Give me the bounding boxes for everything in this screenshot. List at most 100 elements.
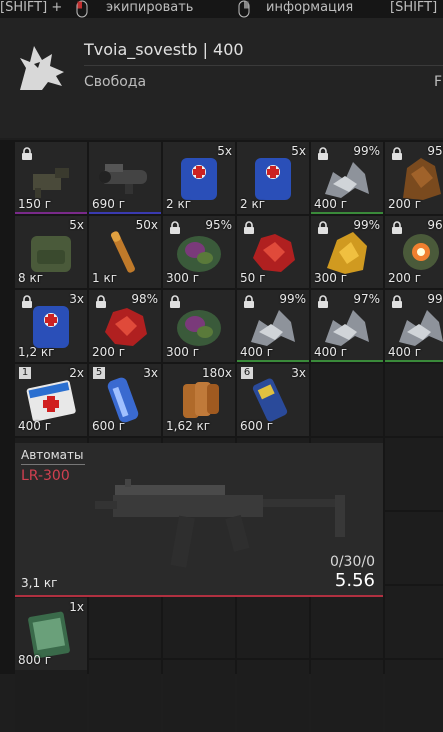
yellow-artifact-icon: [327, 232, 367, 274]
item-condition: 99%: [353, 218, 380, 232]
inventory-item[interactable]: 6 3x 600 г: [237, 364, 309, 436]
empty-cell: [237, 660, 309, 732]
inventory-item[interactable]: 99% 400 г: [385, 290, 443, 362]
empty-cell: [311, 364, 383, 436]
player-header: Tvoia_sovestb | 400 Свобода F: [0, 18, 443, 138]
item-quality-bar: [89, 212, 161, 214]
inventory-item[interactable]: 5x 2 кг: [163, 142, 235, 214]
header-divider: [84, 65, 443, 66]
lock-icon: [318, 221, 328, 234]
item-condition: 97%: [353, 292, 380, 306]
weapon-slot[interactable]: Автоматы LR-300 3,1 кг 0/30/0 5.56: [15, 443, 383, 597]
inventory-item[interactable]: 180x 1,62 кг: [163, 364, 235, 436]
lock-icon: [318, 295, 328, 308]
silver-artifact-icon: [325, 310, 369, 346]
lock-icon: [318, 147, 328, 160]
item-weight: 300 г: [166, 271, 200, 285]
lock-icon: [22, 295, 32, 308]
inventory-item[interactable]: 50 г: [237, 216, 309, 288]
player-name: Tvoia_sovestb | 400: [84, 40, 244, 59]
item-condition: 99%: [353, 144, 380, 158]
inventory-item[interactable]: 5x 8 кг: [15, 216, 87, 288]
item-quantity: 50x: [135, 218, 158, 232]
brown-artifact-icon: [403, 158, 441, 200]
inventory-item[interactable]: 300 г: [163, 290, 235, 362]
empty-cell: [163, 660, 235, 732]
empty-cell: [89, 660, 161, 732]
quick-slot-number: 6: [241, 367, 253, 379]
item-weight: 400 г: [314, 197, 348, 211]
lock-icon: [96, 295, 106, 308]
item-weight: 200 г: [388, 271, 422, 285]
inventory-item[interactable]: 5x 2 кг: [237, 142, 309, 214]
energy-can-icon: [107, 377, 139, 423]
item-weight: 50 г: [240, 271, 266, 285]
item-weight: 1,2 кг: [18, 345, 55, 359]
assault-rifle-icon: [95, 479, 345, 568]
item-quantity: 3x: [291, 366, 306, 380]
item-condition: 99%: [427, 292, 443, 306]
inventory-item[interactable]: 96% 200 г: [385, 216, 443, 288]
battery-icon: [252, 378, 288, 422]
item-weight: 400 г: [18, 419, 52, 433]
medkit-bag-icon: [255, 158, 291, 200]
backpack-icon: [31, 236, 71, 272]
item-quantity: 3x: [69, 292, 84, 306]
item-weight: 600 г: [92, 419, 126, 433]
empty-cell: [385, 512, 443, 584]
lock-icon: [244, 295, 254, 308]
inventory-item[interactable]: 99% 300 г: [311, 216, 383, 288]
inventory-item[interactable]: 5 3x 600 г: [89, 364, 161, 436]
inventory-item[interactable]: 690 г: [89, 142, 161, 214]
item-quantity: 180x: [201, 366, 232, 380]
inventory-item[interactable]: 1x 800 г: [15, 598, 87, 670]
weapon-caliber: 5.56: [334, 570, 375, 591]
wolf-avatar-icon: [20, 46, 64, 90]
item-condition: 95%: [205, 218, 232, 232]
inventory-item[interactable]: 97% 400 г: [311, 290, 383, 362]
item-weight: 200 г: [388, 197, 422, 211]
lock-icon: [22, 147, 32, 160]
inventory-item[interactable]: 1 2x 400 г: [15, 364, 87, 436]
mouse-left-icon: [76, 0, 88, 18]
item-weight: 300 г: [314, 271, 348, 285]
inventory-item[interactable]: 99% 400 г: [311, 142, 383, 214]
inventory-item[interactable]: 99% 400 г: [237, 290, 309, 362]
empty-cell: [385, 438, 443, 510]
item-quantity: 5x: [217, 144, 232, 158]
item-weight: 1,62 кг: [166, 419, 211, 433]
red-artifact-icon: [105, 308, 147, 346]
item-condition: 98%: [131, 292, 158, 306]
shift-hint: [SHIFT] +: [0, 0, 63, 15]
category-underline: [21, 464, 85, 465]
weapon-weight: 3,1 кг: [21, 576, 58, 590]
green-artifact-icon: [177, 310, 221, 346]
red-artifact-icon: [253, 234, 295, 272]
item-weight: 600 г: [240, 419, 274, 433]
empty-cell: [385, 364, 443, 436]
inventory-item[interactable]: 3x 1,2 кг: [15, 290, 87, 362]
item-weight: 8 кг: [18, 271, 44, 285]
silver-artifact-icon: [399, 310, 443, 346]
item-quality-bar: [311, 360, 383, 362]
scope-mount-icon: [33, 168, 69, 198]
item-quantity: 5x: [69, 218, 84, 232]
item-condition: 96%: [427, 218, 443, 232]
weapon-name: LR-300: [21, 468, 70, 484]
truncated-label: F: [434, 74, 443, 90]
item-quality-bar: [237, 360, 309, 362]
inventory-item[interactable]: 50x 1 кг: [89, 216, 161, 288]
inventory-item[interactable]: 150 г: [15, 142, 87, 214]
inventory-item[interactable]: 98% 200 г: [89, 290, 161, 362]
medkit-bag-icon: [181, 158, 217, 200]
item-weight: 1 кг: [92, 271, 118, 285]
item-weight: 150 г: [18, 197, 52, 211]
inventory-item[interactable]: 95% 200 г: [385, 142, 443, 214]
item-quantity: 2x: [69, 366, 84, 380]
lock-icon: [392, 295, 402, 308]
item-quantity: 5x: [291, 144, 306, 158]
inventory-item[interactable]: 95% 300 г: [163, 216, 235, 288]
item-quality-bar: [15, 212, 87, 214]
info-hint: информация: [266, 0, 354, 15]
quick-slot-number: 1: [19, 367, 31, 379]
